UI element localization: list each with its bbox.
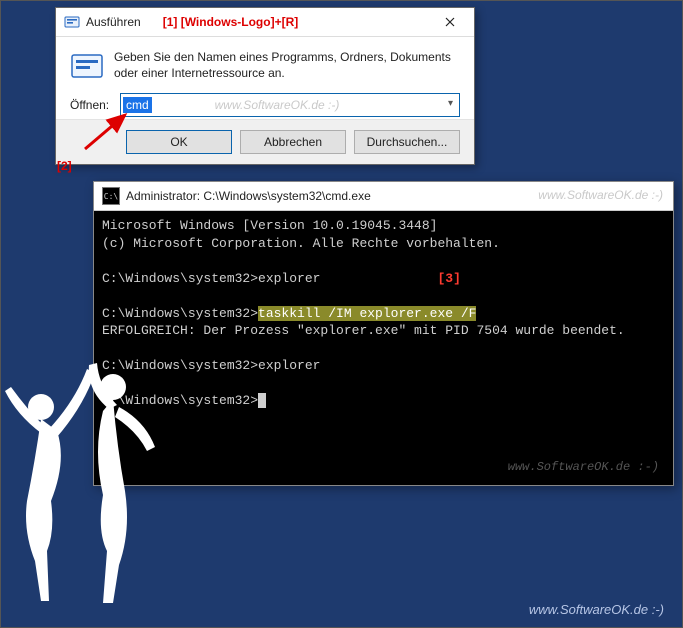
- cmd-prompt: C:\Windows\system32>: [102, 393, 258, 408]
- cmd-icon: C:\: [102, 187, 120, 205]
- annotation-1: [1] [Windows-Logo]+[R]: [163, 15, 299, 29]
- cmd-text: explorer: [258, 271, 320, 286]
- run-description: Geben Sie den Namen eines Programms, Ord…: [114, 49, 460, 83]
- cmd-prompt: C:\Windows\system32>: [102, 358, 258, 373]
- cmd-text: explorer: [258, 358, 320, 373]
- close-icon: [445, 17, 455, 27]
- run-body: Geben Sie den Namen eines Programms, Ord…: [56, 37, 474, 87]
- cmd-line: ERFOLGREICH: Der Prozess "explorer.exe" …: [102, 323, 625, 338]
- run-input-row: Öffnen: cmd www.SoftwareOK.de :-) ▾: [56, 87, 474, 119]
- open-label: Öffnen:: [70, 98, 120, 112]
- annotation-3: [3]: [437, 271, 460, 286]
- run-dialog: Ausführen [1] [Windows-Logo]+[R] Geben S…: [55, 7, 475, 165]
- run-titlebar[interactable]: Ausführen [1] [Windows-Logo]+[R]: [56, 8, 474, 37]
- desktop-watermark: www.SoftwareOK.de :-): [529, 602, 664, 617]
- cmd-highlight: taskkill /IM explorer.exe /F: [258, 306, 476, 321]
- cmd-window: C:\ Administrator: C:\Windows\system32\c…: [93, 181, 674, 486]
- cmd-prompt: C:\Windows\system32>: [102, 271, 258, 286]
- run-icon: [64, 14, 80, 30]
- run-title: Ausführen: [86, 15, 141, 29]
- run-buttons: OK Abbrechen Durchsuchen...: [56, 119, 474, 164]
- chevron-down-icon[interactable]: ▾: [448, 98, 453, 109]
- cmd-line: Microsoft Windows [Version 10.0.19045.34…: [102, 218, 437, 233]
- annotation-2: [2]: [57, 159, 72, 173]
- cursor-icon: [258, 393, 266, 408]
- ok-button[interactable]: OK: [126, 130, 232, 154]
- cmd-body-watermark: www.SoftwareOK.de :-): [508, 459, 659, 475]
- browse-button[interactable]: Durchsuchen...: [354, 130, 460, 154]
- input-watermark: www.SoftwareOK.de :-): [121, 94, 433, 116]
- cmd-titlebar[interactable]: C:\ Administrator: C:\Windows\system32\c…: [94, 182, 673, 211]
- cmd-title-watermark: www.SoftwareOK.de :-): [538, 188, 663, 202]
- open-combobox[interactable]: cmd www.SoftwareOK.de :-) ▾: [120, 93, 460, 117]
- cmd-body[interactable]: Microsoft Windows [Version 10.0.19045.34…: [94, 211, 673, 485]
- close-button[interactable]: [428, 9, 472, 35]
- cancel-button[interactable]: Abbrechen: [240, 130, 346, 154]
- cmd-prompt: C:\Windows\system32>: [102, 306, 258, 321]
- run-program-icon: [70, 49, 104, 83]
- open-input-value: cmd: [123, 97, 152, 113]
- cmd-title-text: Administrator: C:\Windows\system32\cmd.e…: [126, 189, 371, 203]
- cmd-line: (c) Microsoft Corporation. Alle Rechte v…: [102, 236, 500, 251]
